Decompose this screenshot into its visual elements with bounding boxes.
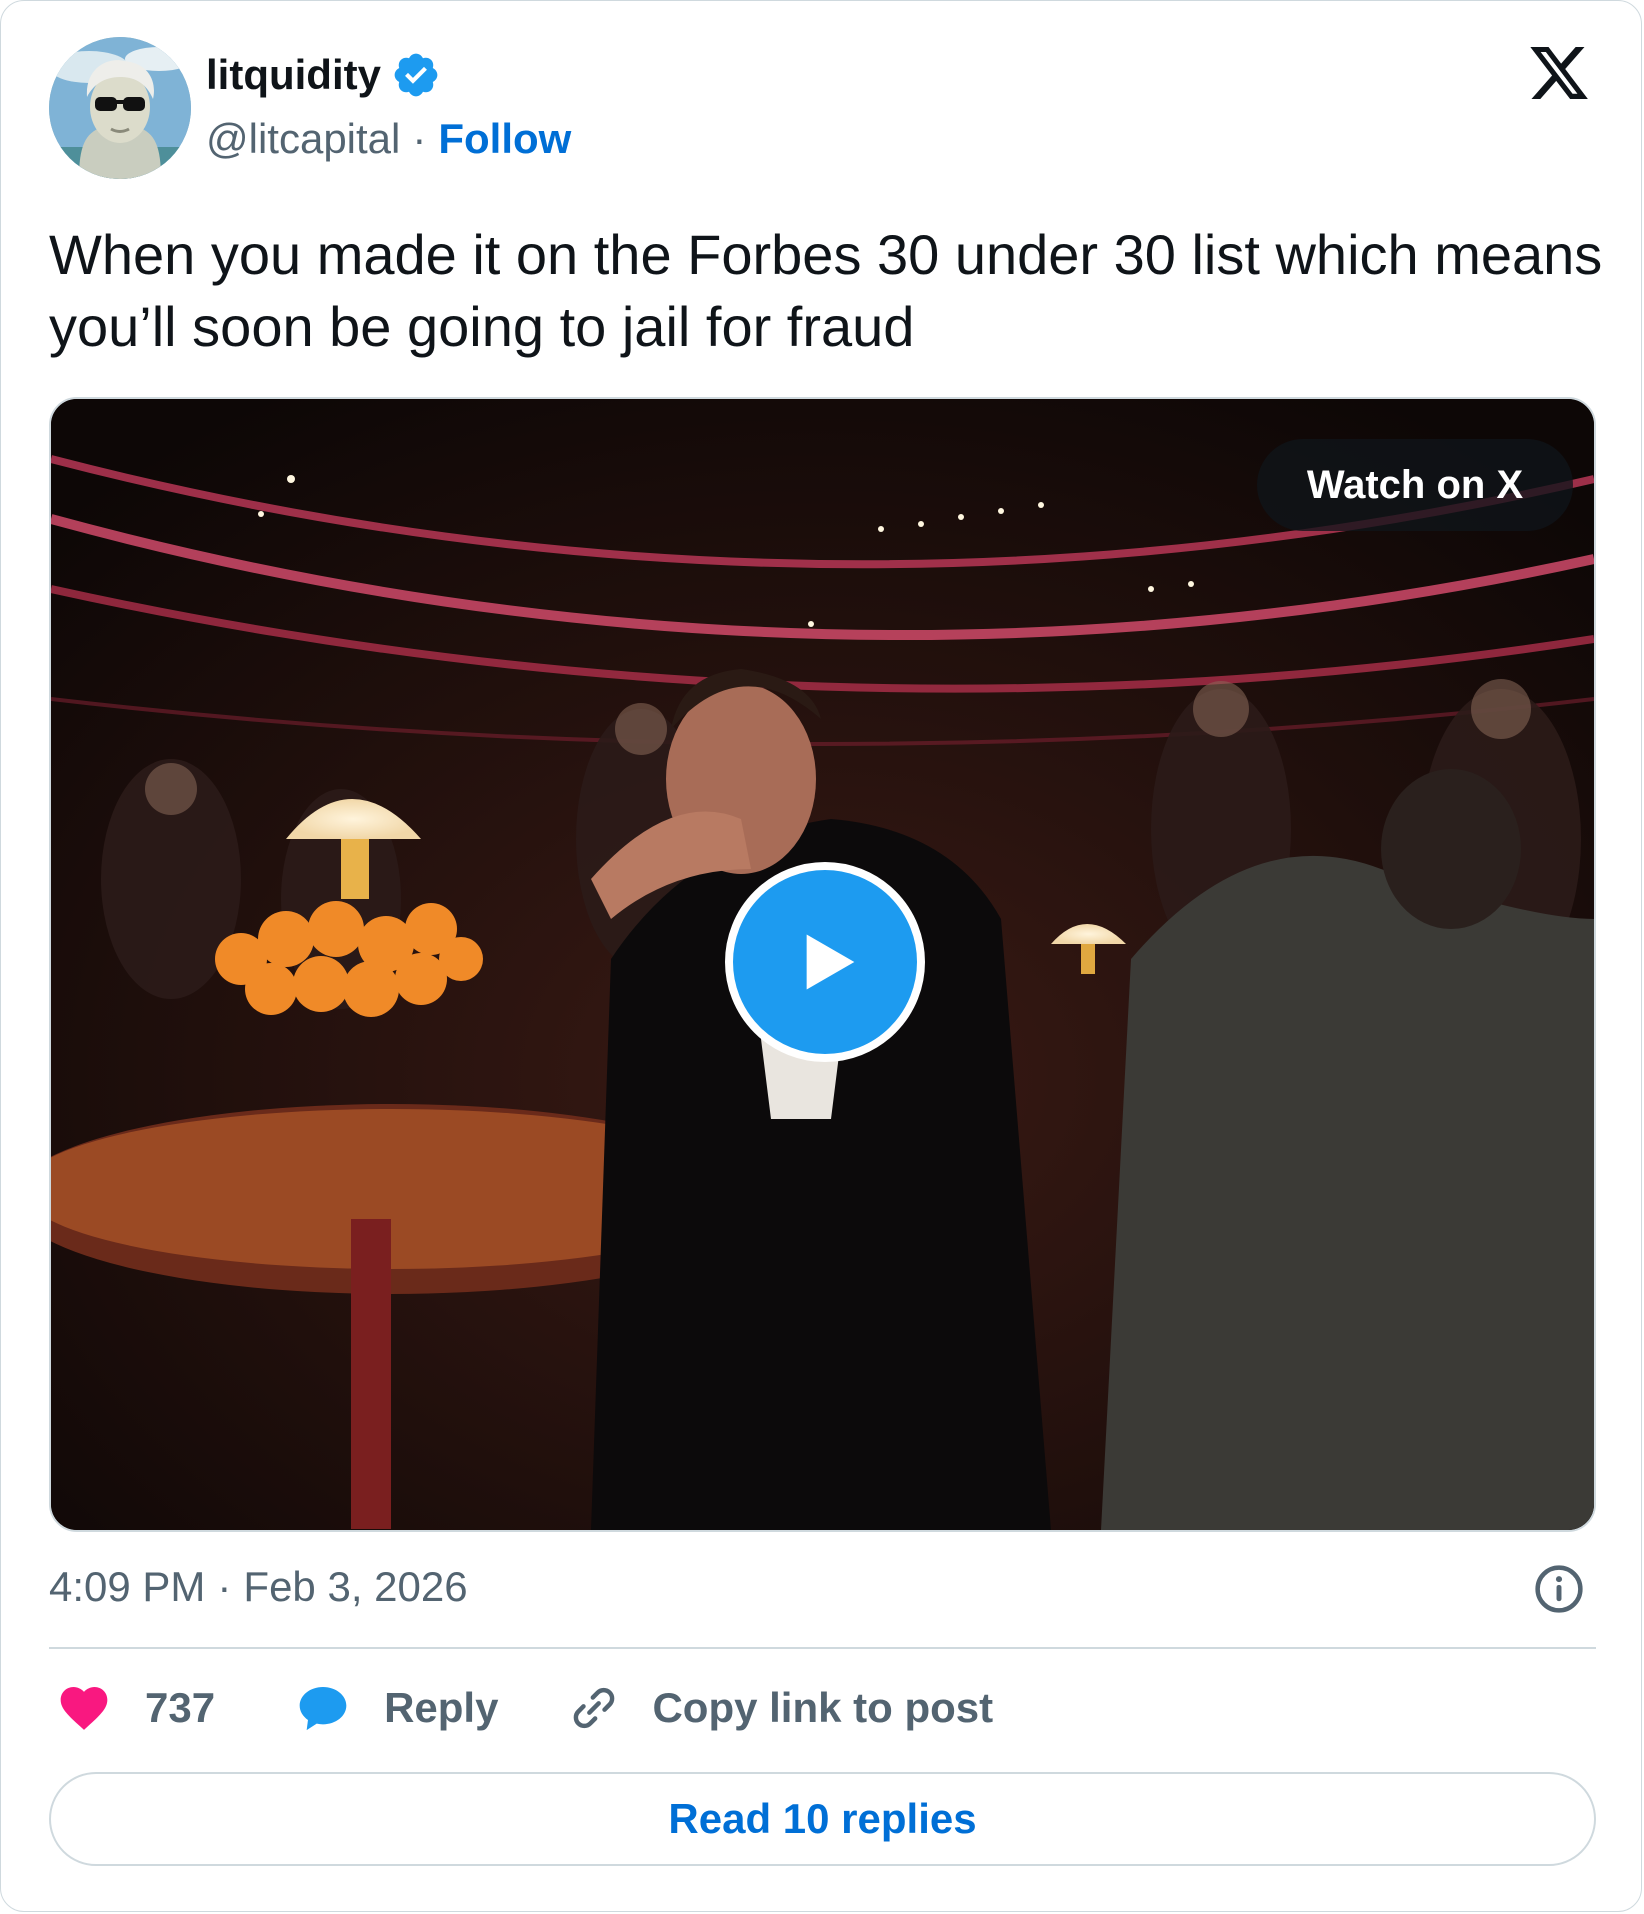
x-logo-icon[interactable]	[1526, 41, 1592, 105]
follow-button[interactable]: Follow	[438, 115, 571, 163]
reply-button[interactable]: Reply	[295, 1680, 498, 1736]
heart-icon	[60, 1687, 108, 1730]
watch-on-x-button[interactable]: Watch on X	[1257, 439, 1573, 531]
author-handle[interactable]: @litcapital	[206, 115, 400, 163]
reply-label: Reply	[384, 1684, 499, 1731]
verified-badge-icon	[394, 53, 438, 97]
reply-bubble-icon	[299, 1687, 347, 1731]
post-actions: 737 Reply Copy link to post	[56, 1677, 993, 1739]
read-replies-button[interactable]: Read 10 replies	[49, 1772, 1596, 1866]
play-button[interactable]	[725, 862, 925, 1062]
embedded-post-card: litquidity @litcapital · Follow When you…	[0, 0, 1642, 1912]
author-name-row: litquidity	[206, 49, 441, 101]
avatar[interactable]	[49, 37, 191, 179]
info-icon[interactable]	[1532, 1562, 1586, 1616]
author-name[interactable]: litquidity	[206, 51, 381, 99]
timestamp-separator: ·	[217, 1563, 232, 1610]
post-time: 4:09 PM	[49, 1563, 206, 1610]
copy-link-button[interactable]: Copy link to post	[566, 1680, 993, 1736]
like-count: 737	[145, 1684, 216, 1731]
handle-separator: ·	[412, 115, 427, 162]
avatar-icon	[49, 37, 191, 179]
like-button[interactable]: 737	[56, 1680, 215, 1736]
author-handle-row: @litcapital · Follow	[206, 115, 571, 163]
post-timestamp[interactable]: 4:09 PM · Feb 3, 2026	[49, 1563, 468, 1611]
copy-link-label: Copy link to post	[652, 1684, 994, 1731]
post-date: Feb 3, 2026	[243, 1563, 468, 1610]
post-text: When you made it on the Forbes 30 under …	[49, 223, 1603, 358]
link-icon	[574, 1687, 615, 1729]
video-player[interactable]: Watch on X	[49, 397, 1596, 1532]
divider	[49, 1647, 1596, 1649]
play-icon	[806, 934, 855, 990]
